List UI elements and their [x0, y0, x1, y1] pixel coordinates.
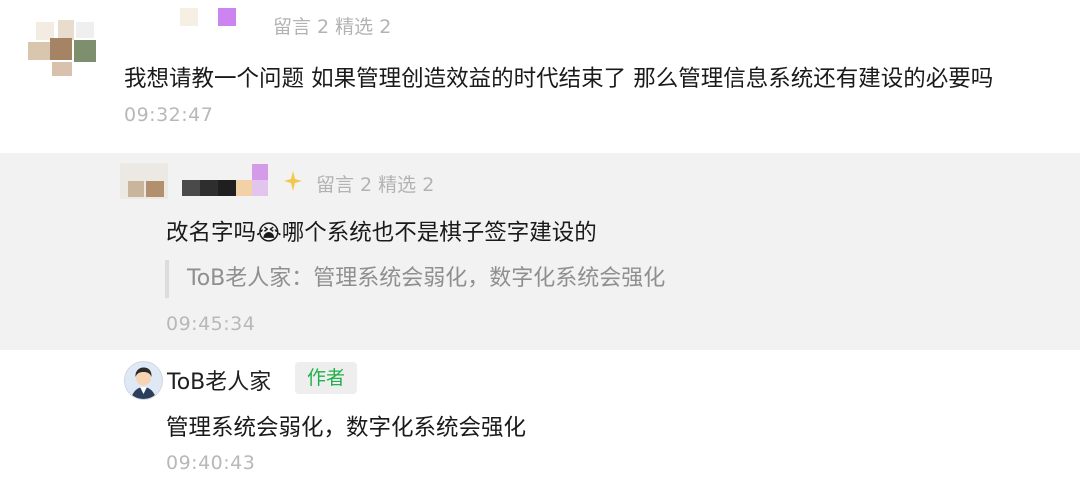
author-name[interactable]: ToB老人家 — [167, 364, 271, 396]
reply-stats: 留言 2 精选 2 — [316, 174, 435, 196]
crying-emoji-icon: 😭 — [256, 221, 282, 246]
author-badge: 作者 — [295, 362, 357, 394]
reply-time: 09:45:34 — [166, 313, 256, 335]
reply-text-part2: 哪个系统也不是棋子签字建设的 — [281, 220, 597, 246]
comment-stats: 留言 2 精选 2 — [273, 16, 392, 38]
author-avatar[interactable] — [124, 361, 163, 400]
sparkle-icon — [283, 170, 303, 192]
author-reply-text: 管理系统会弱化，数字化系统会强化 — [166, 415, 527, 441]
reply-avatar-blurred[interactable] — [120, 161, 170, 201]
author-reply-time: 09:40:43 — [166, 452, 256, 474]
quoted-reply: ToB老人家：管理系统会弱化，数字化系统会强化 — [165, 260, 665, 298]
comment-text: 我想请教一个问题 如果管理创造效益的时代结束了 那么管理信息系统还有建设的必要吗 — [124, 66, 994, 92]
reply-text-part1: 改名字吗 — [166, 220, 257, 246]
comment-avatar-blurred[interactable] — [28, 8, 98, 78]
comment-time: 09:32:47 — [124, 104, 214, 126]
comment-username-blurred — [180, 8, 238, 28]
reply-username-blurred — [182, 164, 272, 198]
reply-text: 改名字吗😭哪个系统也不是棋子签字建设的 — [166, 215, 597, 247]
